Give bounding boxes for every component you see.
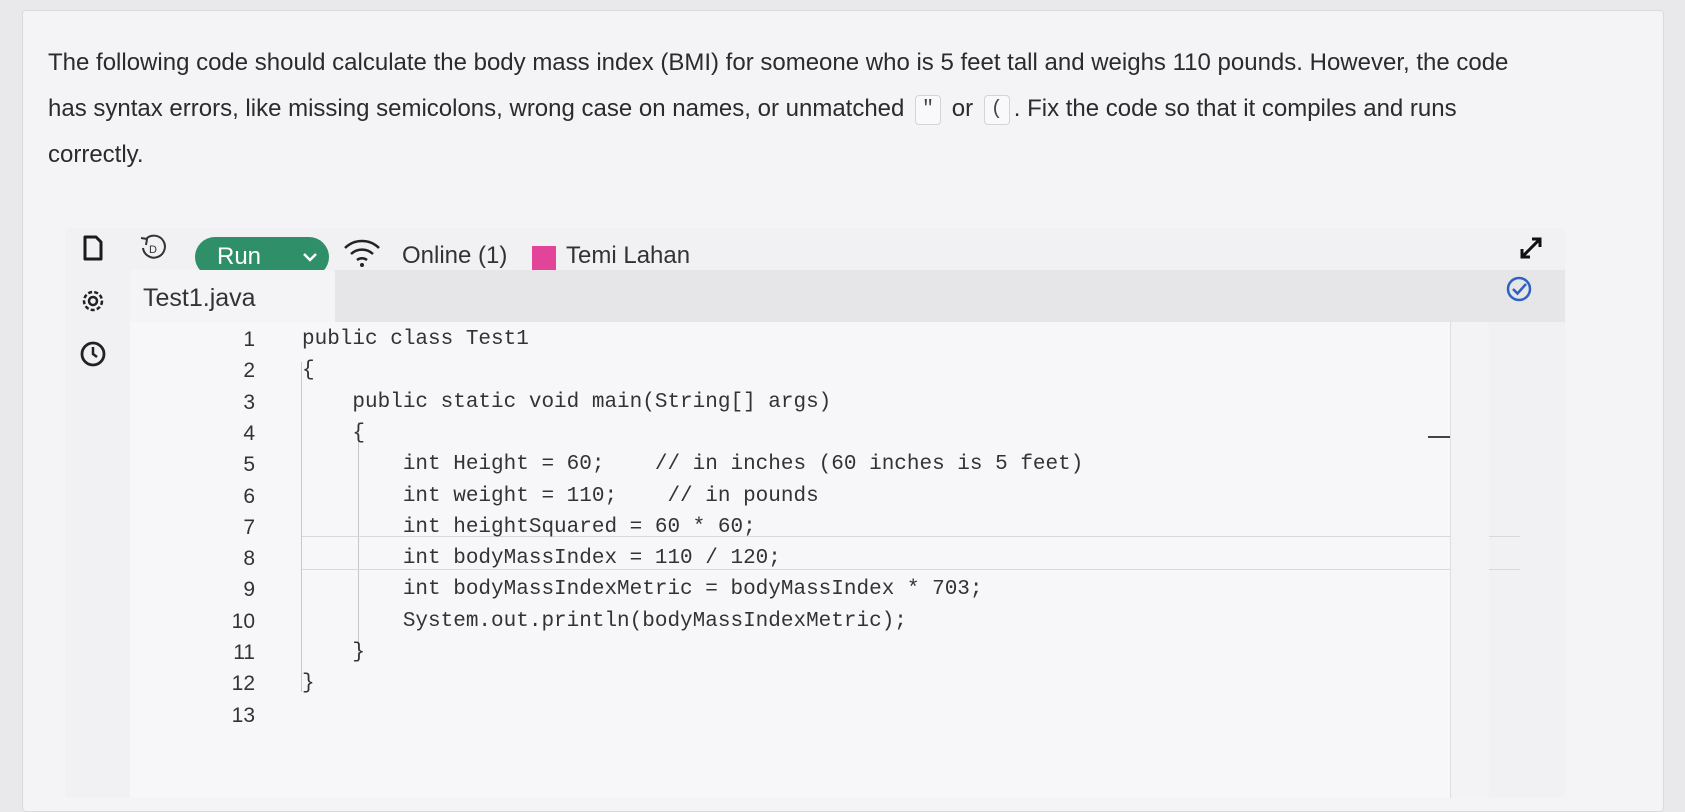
svg-text:D: D — [149, 244, 157, 256]
online-status: Online (1) — [402, 242, 508, 269]
line-number: 1 — [243, 328, 255, 351]
code-text: { — [302, 421, 366, 445]
user-color-swatch — [532, 246, 556, 270]
reset-icon[interactable]: D — [133, 228, 173, 268]
code-line[interactable]: 4 { — [130, 419, 1450, 449]
code-area[interactable]: 1 public class Test1 2{3 public static voi… — [130, 322, 1520, 798]
paren-token: ( — [983, 94, 1010, 125]
code-text: int bodyMassIndex = 110 / 120; — [302, 547, 781, 571]
line-number: 5 — [243, 453, 255, 477]
code-text: System.out.println(bodyMassIndexMetric); — [302, 609, 907, 633]
line-number: 13 — [231, 703, 255, 727]
collaborator-name: Temi Lahan — [566, 242, 691, 269]
code-line[interactable]: 10 System.out.println(bodyMassIndexMetri… — [130, 607, 1450, 637]
line-number: 8 — [243, 547, 255, 571]
question-text: The following code should calculate the … — [48, 40, 1548, 178]
code-line[interactable]: 9 int bodyMassIndexMetric = bodyMassInde… — [130, 575, 1450, 605]
scrollbar[interactable] — [1450, 322, 1489, 798]
line-number: 9 — [243, 578, 255, 602]
tab-strip — [335, 270, 1565, 322]
expand-icon[interactable] — [1513, 230, 1549, 266]
code-text: { — [302, 359, 315, 383]
code-text: } — [302, 672, 315, 696]
line-number: 10 — [231, 609, 255, 633]
line-number: 2 — [243, 359, 255, 383]
run-button[interactable]: Run — [195, 243, 292, 271]
code-text: int Height = 60; // in inches (60 inches… — [302, 453, 1084, 477]
code-editor: D Run Online (1) Temi Lahan Test1.java 1… — [65, 228, 1565, 798]
code-line[interactable]: 2{ — [130, 356, 1450, 386]
quote-token: " — [915, 94, 942, 125]
code-text: int bodyMassIndexMetric = bodyMassIndex … — [302, 578, 983, 602]
code-line[interactable]: 5 int Height = 60; // in inches (60 inch… — [130, 450, 1450, 480]
line-number: 7 — [243, 515, 255, 539]
line-number: 4 — [243, 421, 255, 445]
file-icon[interactable] — [73, 228, 113, 268]
code-line[interactable]: 12} — [130, 669, 1450, 699]
tab-label: Test1.java — [143, 284, 256, 312]
code-line[interactable]: 8 int bodyMassIndex = 110 / 120; — [130, 544, 1450, 574]
line-number: 12 — [231, 672, 255, 696]
code-line[interactable]: 3 public static void main(String[] args) — [130, 388, 1450, 418]
code-line[interactable]: 11 } — [130, 638, 1450, 668]
line-number: 6 — [243, 484, 255, 508]
question-text-connector: or — [951, 95, 974, 122]
code-text: } — [302, 641, 366, 664]
history-icon[interactable] — [75, 336, 111, 372]
line-number: 11 — [233, 641, 255, 664]
line-number: 3 — [243, 390, 255, 414]
code-line[interactable]: 6 int weight = 110; // in pounds — [130, 482, 1450, 512]
code-text: int weight = 110; // in pounds — [302, 484, 819, 508]
code-line[interactable]: 1 public class Test1 — [130, 325, 1450, 355]
code-line[interactable]: 13 — [130, 701, 1450, 731]
code-text: int heightSquared = 60 * 60; — [302, 515, 756, 539]
settings-icon[interactable] — [75, 283, 111, 319]
code-text: public static void main(String[] args) — [302, 390, 832, 414]
code-line[interactable]: 7 int heightSquared = 60 * 60; — [130, 513, 1450, 543]
code-text: public class Test1 — [302, 328, 529, 351]
tab-test1-java[interactable]: Test1.java — [130, 270, 335, 322]
check-circle-icon[interactable] — [1500, 270, 1538, 308]
scrollbar-marker — [1428, 436, 1450, 438]
wifi-icon — [339, 232, 385, 272]
